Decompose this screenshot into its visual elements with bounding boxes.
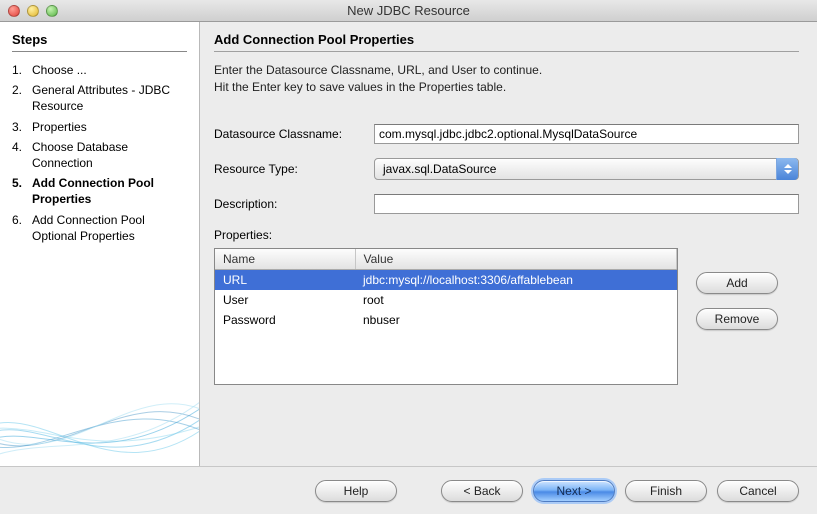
window-controls xyxy=(8,5,58,17)
zoom-window-button[interactable] xyxy=(46,5,58,17)
table-row[interactable]: Passwordnbuser xyxy=(215,310,677,330)
titlebar: New JDBC Resource xyxy=(0,0,817,22)
step-item: 2.General Attributes - JDBC Resource xyxy=(12,80,187,116)
resource-type-value: javax.sql.DataSource xyxy=(383,162,496,176)
back-button[interactable]: < Back xyxy=(441,480,523,502)
description-input[interactable] xyxy=(374,194,799,214)
remove-button[interactable]: Remove xyxy=(696,308,778,330)
select-arrows-icon xyxy=(776,158,798,180)
property-value-cell[interactable]: root xyxy=(355,290,677,310)
datasource-classname-label: Datasource Classname: xyxy=(214,127,374,141)
column-header-name[interactable]: Name xyxy=(215,249,355,270)
steps-list: 1.Choose ...2.General Attributes - JDBC … xyxy=(12,60,187,246)
step-number: 2. xyxy=(12,82,32,98)
step-item: 3.Properties xyxy=(12,117,187,137)
wizard-body: Steps 1.Choose ...2.General Attributes -… xyxy=(0,22,817,466)
column-header-value[interactable]: Value xyxy=(355,249,677,270)
property-name-cell[interactable]: User xyxy=(215,290,355,310)
properties-table[interactable]: Name Value URLjdbc:mysql://localhost:330… xyxy=(215,249,677,384)
step-item: 6.Add Connection Pool Optional Propertie… xyxy=(12,210,187,246)
close-window-button[interactable] xyxy=(8,5,20,17)
step-label: Choose Database Connection xyxy=(32,139,187,171)
properties-area: Name Value URLjdbc:mysql://localhost:330… xyxy=(214,248,799,385)
step-label: Add Connection Pool Properties xyxy=(32,175,187,207)
step-item: 4.Choose Database Connection xyxy=(12,137,187,173)
description-row: Description: xyxy=(214,194,799,214)
property-name-cell[interactable]: Password xyxy=(215,310,355,330)
description-label: Description: xyxy=(214,197,374,211)
page-heading: Add Connection Pool Properties xyxy=(214,32,799,52)
table-empty-space xyxy=(215,330,677,384)
wizard-decoration xyxy=(0,346,200,466)
properties-side-buttons: Add Remove xyxy=(696,272,778,330)
add-button[interactable]: Add xyxy=(696,272,778,294)
table-row[interactable]: URLjdbc:mysql://localhost:3306/affablebe… xyxy=(215,269,677,290)
instructions: Enter the Datasource Classname, URL, and… xyxy=(214,62,799,96)
datasource-classname-row: Datasource Classname: xyxy=(214,124,799,144)
step-label: Choose ... xyxy=(32,62,187,78)
property-value-cell[interactable]: nbuser xyxy=(355,310,677,330)
step-number: 1. xyxy=(12,62,32,78)
minimize-window-button[interactable] xyxy=(27,5,39,17)
property-name-cell[interactable]: URL xyxy=(215,269,355,290)
step-number: 5. xyxy=(12,175,32,191)
steps-heading: Steps xyxy=(12,32,187,52)
property-value-cell[interactable]: jdbc:mysql://localhost:3306/affablebean xyxy=(355,269,677,290)
resource-type-select[interactable]: javax.sql.DataSource xyxy=(374,158,799,180)
finish-button[interactable]: Finish xyxy=(625,480,707,502)
properties-table-container: Name Value URLjdbc:mysql://localhost:330… xyxy=(214,248,678,385)
wizard-button-bar: Help < Back Next > Finish Cancel xyxy=(0,466,817,514)
properties-label: Properties: xyxy=(214,228,799,242)
step-label: General Attributes - JDBC Resource xyxy=(32,82,187,114)
step-number: 4. xyxy=(12,139,32,155)
steps-sidebar: Steps 1.Choose ...2.General Attributes -… xyxy=(0,22,200,466)
window-title: New JDBC Resource xyxy=(0,3,817,18)
table-row[interactable]: Userroot xyxy=(215,290,677,310)
help-button[interactable]: Help xyxy=(315,480,397,502)
datasource-classname-input[interactable] xyxy=(374,124,799,144)
step-number: 3. xyxy=(12,119,32,135)
main-panel: Add Connection Pool Properties Enter the… xyxy=(200,22,817,466)
next-button[interactable]: Next > xyxy=(533,480,615,502)
instructions-line-2: Hit the Enter key to save values in the … xyxy=(214,79,799,96)
step-item: 1.Choose ... xyxy=(12,60,187,80)
cancel-button[interactable]: Cancel xyxy=(717,480,799,502)
instructions-line-1: Enter the Datasource Classname, URL, and… xyxy=(214,62,799,79)
resource-type-row: Resource Type: javax.sql.DataSource xyxy=(214,158,799,180)
step-label: Add Connection Pool Optional Properties xyxy=(32,212,187,244)
resource-type-label: Resource Type: xyxy=(214,162,374,176)
step-item: 5.Add Connection Pool Properties xyxy=(12,173,187,209)
step-number: 6. xyxy=(12,212,32,228)
step-label: Properties xyxy=(32,119,187,135)
